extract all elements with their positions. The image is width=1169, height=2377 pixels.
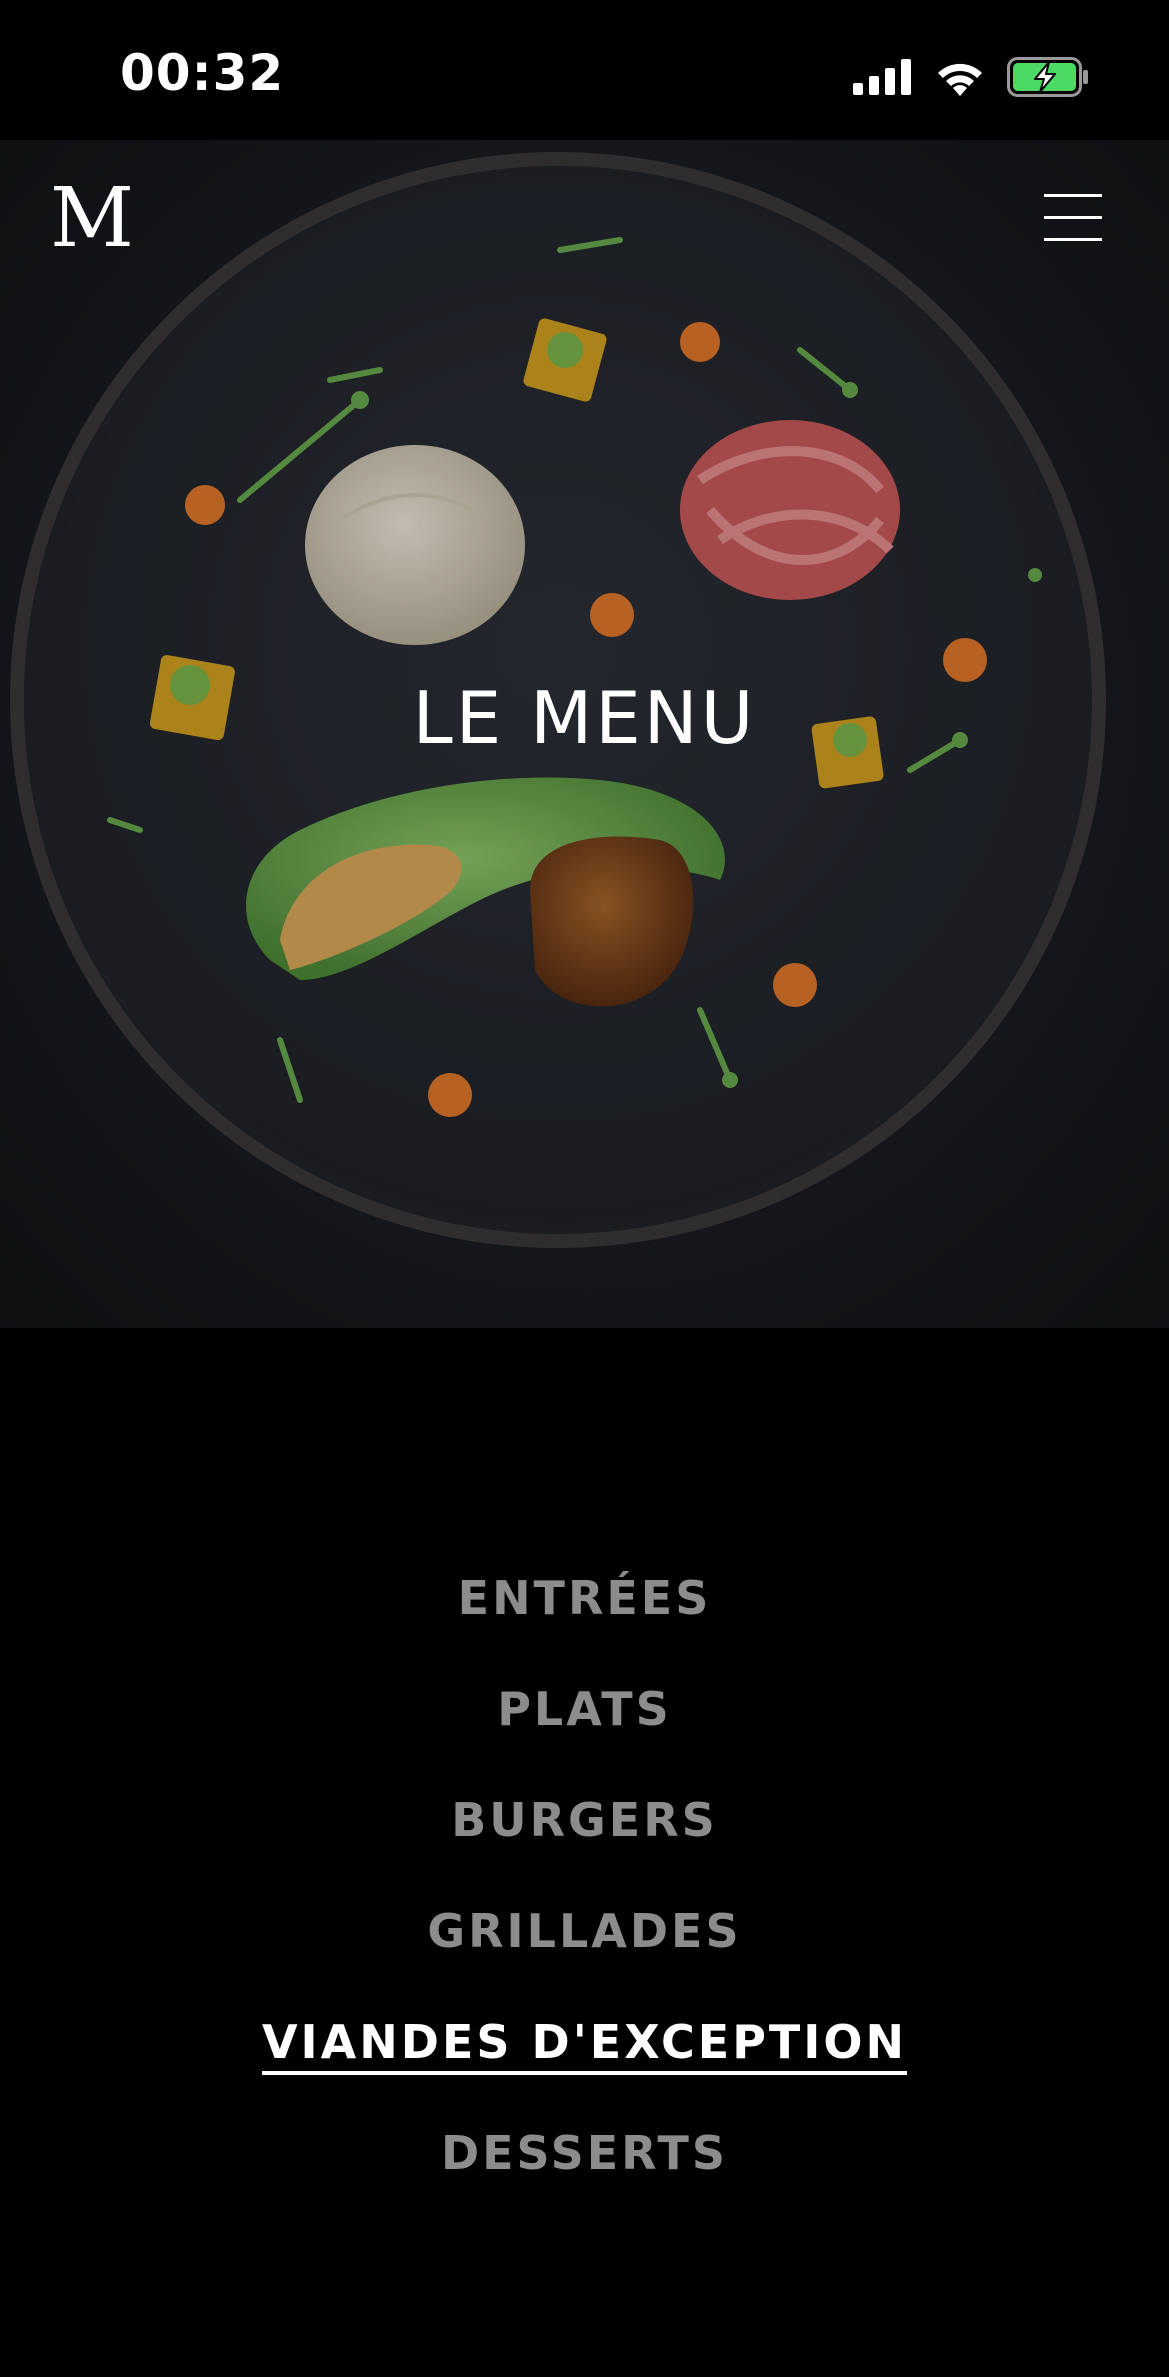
status-time: 00:32 — [120, 44, 285, 102]
category-item-plats: PLATS — [0, 1686, 1169, 1756]
category-link-plats[interactable]: PLATS — [497, 1686, 672, 1738]
page-title: LE MENU — [412, 676, 757, 760]
category-item-desserts: DESSERTS — [0, 2130, 1169, 2200]
site-logo[interactable]: M — [50, 178, 134, 260]
category-item-viandes-d-exception: VIANDES D'EXCEPTION — [0, 2019, 1169, 2089]
category-item-grillades: GRILLADES — [0, 1908, 1169, 1978]
wifi-icon — [938, 63, 982, 96]
category-link-viandes-d-exception[interactable]: VIANDES D'EXCEPTION — [261, 2019, 908, 2075]
hamburger-menu-icon[interactable] — [1044, 194, 1102, 242]
status-icons — [853, 52, 1089, 102]
category-link-desserts[interactable]: DESSERTS — [441, 2130, 728, 2182]
cellular-signal-icon — [853, 59, 911, 95]
category-item-burgers: BURGERS — [0, 1797, 1169, 1867]
category-link-entrees[interactable]: ENTRÉES — [458, 1575, 712, 1627]
category-link-grillades[interactable]: GRILLADES — [427, 1908, 741, 1960]
status-bar: 00:32 — [0, 0, 1169, 140]
battery-charging-icon — [1007, 57, 1088, 97]
category-item-entrees: ENTRÉES — [0, 1575, 1169, 1645]
category-link-burgers[interactable]: BURGERS — [451, 1797, 718, 1849]
